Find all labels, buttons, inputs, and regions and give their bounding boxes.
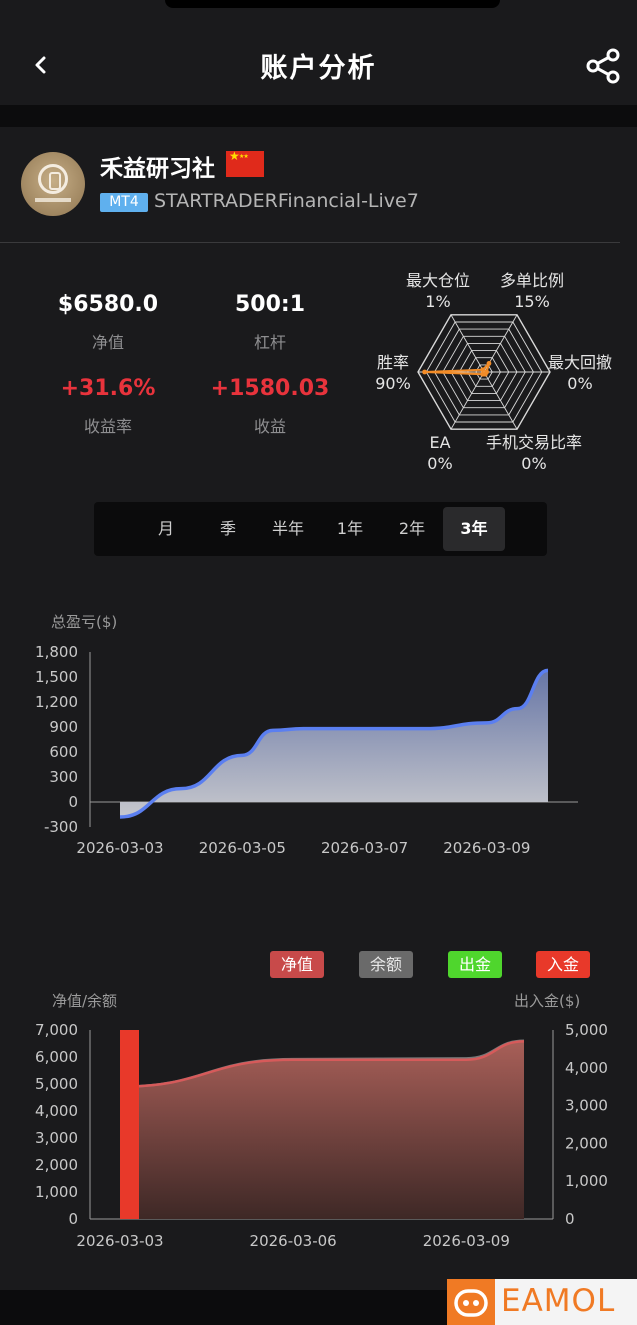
- return-rate-label: 收益率: [83, 417, 132, 436]
- pnl-y-tick: 1,500: [35, 668, 78, 686]
- equity-x-tick: 2026-03-09: [423, 1232, 510, 1250]
- equity-y-tick: 4,000: [35, 1102, 78, 1120]
- equity-y-tick: 7,000: [35, 1021, 78, 1039]
- watermark-text: EAMOL: [501, 1283, 616, 1319]
- equity-y-tick: 2,000: [35, 1156, 78, 1174]
- radar-label-name: 胜率: [376, 353, 409, 372]
- equity-x-tick: 2026-03-06: [250, 1232, 337, 1250]
- page-title: 账户分析: [260, 53, 377, 84]
- radar-label-name: 手机交易比率: [485, 433, 582, 452]
- period-tab-2-years[interactable]: 2年: [381, 507, 443, 551]
- radar-data-point: [486, 361, 492, 366]
- radar-label-max-position: 最大仓位 1%: [400, 270, 476, 312]
- equity-label: 净值: [91, 333, 124, 352]
- equity-y2-tick: 0: [565, 1210, 575, 1228]
- profit-value: +1580.03: [210, 376, 330, 401]
- period-selector: 月 季 半年 1年 2年 3年: [94, 502, 547, 556]
- radar-label-long-ratio: 多单比例 15%: [494, 270, 570, 312]
- radar-label-name: 多单比例: [499, 271, 564, 290]
- pnl-y-tick: 1,200: [35, 693, 78, 711]
- period-tab-half-year[interactable]: 半年: [257, 507, 319, 551]
- stat-leverage: 500:1 杠杆: [210, 292, 330, 353]
- radar-label-value: 1%: [425, 292, 451, 311]
- robot-logo-icon: [447, 1279, 495, 1325]
- period-tab-1-year[interactable]: 1年: [319, 507, 381, 551]
- account-name: 禾益研习社: [100, 156, 215, 182]
- equity-y-tick: 3,000: [35, 1129, 78, 1147]
- logo-mark-icon: [38, 164, 68, 194]
- radar-label-max-drawdown: 最大回撤 0%: [542, 352, 618, 394]
- pnl-y-tick: 900: [49, 718, 78, 736]
- stat-equity: $6580.0 净值: [48, 292, 168, 353]
- equity-y-tick: 1,000: [35, 1183, 78, 1201]
- pnl-x-tick: 2026-03-03: [76, 839, 163, 857]
- equity-y-tick: 5,000: [35, 1075, 78, 1093]
- equity-y2-tick: 3,000: [565, 1097, 608, 1115]
- radar-label-ea: EA 0%: [420, 432, 460, 474]
- pnl-y-tick: 600: [49, 743, 78, 761]
- share-icon[interactable]: [584, 46, 624, 86]
- equity-y-tick: 0: [68, 1210, 78, 1228]
- pnl-x-tick: 2026-03-05: [199, 839, 286, 857]
- period-tab-3-years[interactable]: 3年: [443, 507, 505, 551]
- equity-value: $6580.0: [57, 292, 159, 317]
- pnl-y-axis-title: 总盈亏($): [51, 613, 117, 631]
- profile-card[interactable]: 禾益研习社 MT4 STARTRADERFinancial-Live7: [0, 127, 637, 244]
- server-name: STARTRADERFinancial-Live7: [154, 190, 419, 212]
- radar-label-value: 15%: [514, 292, 550, 311]
- deposit-bar: [120, 1030, 139, 1219]
- pnl-x-tick: 2026-03-09: [443, 839, 530, 857]
- equity-y-axis-title: 净值/余额: [52, 992, 117, 1010]
- radar-label-name: 最大仓位: [405, 271, 470, 290]
- stat-profit: +1580.03 收益: [200, 376, 340, 437]
- watermark: EAMOL: [447, 1279, 637, 1325]
- equity-balance-chart: 净值/余额 出入金($) 7,000 6,000 5,000 4,000 3,000 2,00…: [35, 992, 608, 1250]
- radar-chart: [417, 314, 551, 430]
- section-separator: [0, 105, 637, 127]
- return-rate-value: +31.6%: [60, 376, 156, 401]
- equity-x-tick: 2026-03-03: [76, 1232, 163, 1250]
- logo-text-bar: [35, 198, 71, 202]
- pnl-y-tick: 300: [49, 768, 78, 786]
- radar-data-point: [422, 369, 427, 375]
- legend-deposit-toggle[interactable]: 入金: [536, 951, 590, 978]
- radar-data-point: [480, 371, 486, 377]
- radar-label-mobile-ratio: 手机交易比率 0%: [478, 432, 590, 474]
- china-flag-icon: [226, 149, 264, 177]
- radar-label-value: 0%: [567, 374, 593, 393]
- radar-label-value: 0%: [427, 454, 453, 473]
- legend-withdraw-toggle[interactable]: 出金: [448, 951, 502, 978]
- period-tab-quarter[interactable]: 季: [197, 507, 259, 551]
- pnl-y-tick: -300: [44, 818, 78, 836]
- equity-y2-tick: 1,000: [565, 1172, 608, 1190]
- equity-y2-tick: 4,000: [565, 1059, 608, 1077]
- radar-label-name: 最大回撤: [547, 353, 612, 372]
- leverage-label: 杠杆: [253, 333, 286, 352]
- radar-label-win-rate: 胜率 90%: [368, 352, 418, 394]
- pnl-x-tick: 2026-03-07: [321, 839, 408, 857]
- pnl-y-tick: 0: [68, 793, 78, 811]
- pnl-y-tick: 1,800: [35, 643, 78, 661]
- avatar[interactable]: [21, 152, 85, 216]
- radar-label-value: 0%: [521, 454, 547, 473]
- radar-label-name: EA: [429, 433, 451, 452]
- period-tab-month[interactable]: 月: [135, 507, 197, 551]
- equity-y2-tick: 2,000: [565, 1134, 608, 1152]
- equity-area: [120, 1041, 524, 1219]
- legend-balance-toggle[interactable]: 余额: [359, 951, 413, 978]
- equity-y-tick: 6,000: [35, 1048, 78, 1066]
- header-bar: 账户分析: [0, 0, 637, 105]
- equity-y2-axis-title: 出入金($): [514, 992, 580, 1010]
- platform-badge: MT4: [100, 193, 148, 212]
- radar-label-value: 90%: [375, 374, 411, 393]
- leverage-value: 500:1: [234, 292, 306, 317]
- profile-divider: [0, 242, 620, 243]
- stat-return-rate: +31.6% 收益率: [38, 376, 178, 437]
- camera-notch: [165, 0, 500, 8]
- legend-equity-toggle[interactable]: 净值: [270, 951, 324, 978]
- profit-label: 收益: [253, 417, 286, 436]
- pnl-area: [120, 670, 548, 817]
- equity-y2-tick: 5,000: [565, 1021, 608, 1039]
- total-pnl-chart: 总盈亏($) 1,800 1,500 1,200 900 600 300 0 -300 2026-…: [35, 613, 578, 857]
